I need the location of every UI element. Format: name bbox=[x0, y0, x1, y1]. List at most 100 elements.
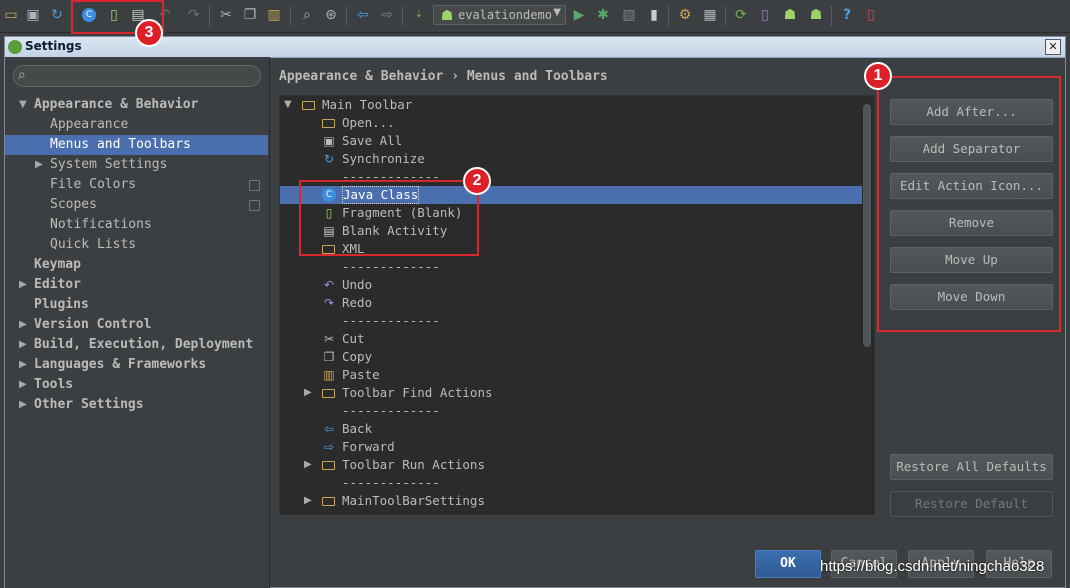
tree-row[interactable]: ▼ Main Toolbar bbox=[280, 96, 862, 114]
annotation-badge-1: 1 bbox=[864, 62, 892, 90]
tree-row[interactable]: ↻ Synchronize bbox=[280, 150, 862, 168]
sidebar-item[interactable]: ▶ Editor bbox=[5, 275, 268, 295]
tree-row-label: Save All bbox=[342, 133, 403, 148]
avd-manager-icon[interactable]: ▯ bbox=[756, 6, 774, 24]
tree-row[interactable]: ↷ Redo bbox=[280, 294, 862, 312]
sidebar-item-label: Languages & Frameworks bbox=[34, 357, 207, 372]
collapsed-arrow-icon[interactable]: ▶ bbox=[304, 492, 312, 510]
sidebar-item[interactable]: ▶ System Settings bbox=[5, 155, 268, 175]
sidebar-item-label: Version Control bbox=[34, 317, 152, 332]
sidebar-item[interactable]: Menus and Toolbars bbox=[5, 135, 268, 155]
sidebar-item-label: File Colors bbox=[50, 177, 137, 192]
find-icon[interactable]: ⌕ bbox=[298, 6, 316, 24]
paste-icon[interactable]: ▥ bbox=[265, 6, 283, 24]
settings-icon[interactable]: ⚙ bbox=[676, 6, 694, 24]
collapsed-arrow-icon[interactable]: ▶ bbox=[19, 315, 27, 335]
sidebar-item-label: Keymap bbox=[34, 257, 81, 272]
tree-row[interactable]: ▥ Paste bbox=[280, 366, 862, 384]
run-configuration-select[interactable]: ☗ evalationdemo ▼ bbox=[433, 5, 566, 25]
tree-row[interactable]: ▶ Toolbar Run Actions bbox=[280, 456, 862, 474]
tree-row[interactable]: ▶ Toolbar Find Actions bbox=[280, 384, 862, 402]
sidebar-item-label: Tools bbox=[34, 377, 74, 392]
collapsed-arrow-icon[interactable]: ▶ bbox=[19, 395, 27, 415]
collapsed-arrow-icon[interactable]: ▶ bbox=[19, 335, 27, 355]
collapsed-arrow-icon[interactable]: ▶ bbox=[19, 375, 27, 395]
sidebar-item[interactable]: Appearance bbox=[5, 115, 268, 135]
collapsed-arrow-icon[interactable]: ▶ bbox=[304, 456, 312, 474]
sdk-manager-icon[interactable]: ☗ bbox=[807, 6, 825, 24]
restore-default-button[interactable]: Restore Default bbox=[890, 491, 1053, 517]
sidebar-item[interactable]: File Colors bbox=[5, 175, 268, 195]
tree-separator-row[interactable]: ------------- bbox=[280, 312, 862, 330]
folder-icon bbox=[322, 389, 335, 398]
tree-row[interactable]: ⇦ Back bbox=[280, 420, 862, 438]
project-level-icon bbox=[249, 180, 260, 191]
restore-all-defaults-button[interactable]: Restore All Defaults bbox=[890, 454, 1053, 480]
device-monitor-icon[interactable]: ▯ bbox=[862, 6, 880, 24]
tree-separator-row[interactable]: ------------- bbox=[280, 258, 862, 276]
android-icon[interactable]: ☗ bbox=[781, 6, 799, 24]
tree-row-label: Back bbox=[342, 421, 373, 436]
sidebar-item[interactable]: ▼ Appearance & Behavior bbox=[5, 95, 268, 115]
make-project-icon[interactable]: ⇣ bbox=[410, 6, 428, 24]
save-all-icon[interactable]: ▣ bbox=[24, 6, 42, 24]
tree-row[interactable]: Open... bbox=[280, 114, 862, 132]
run-icon[interactable]: ▶ bbox=[570, 6, 588, 24]
tree-separator-row[interactable]: ------------- bbox=[280, 402, 862, 420]
sidebar-item[interactable]: ▶ Other Settings bbox=[5, 395, 268, 415]
expanded-arrow-icon[interactable]: ▼ bbox=[19, 95, 27, 115]
sidebar-item[interactable]: ▶ Build, Execution, Deployment bbox=[5, 335, 268, 355]
tree-row[interactable]: ▶ MainToolBarSettings bbox=[280, 492, 862, 510]
sidebar-item[interactable]: ▶ Tools bbox=[5, 375, 268, 395]
dialog-titlebar[interactable]: Settings ✕ bbox=[5, 37, 1065, 58]
collapsed-arrow-icon[interactable]: ▶ bbox=[35, 155, 43, 175]
replace-icon[interactable]: ⊛ bbox=[322, 6, 340, 24]
breadcrumb-separator: › bbox=[451, 69, 460, 84]
forward-icon[interactable]: ⇨ bbox=[378, 6, 396, 24]
sync-gradle-icon[interactable]: ⟳ bbox=[732, 6, 750, 24]
sidebar-item[interactable]: Plugins bbox=[5, 295, 268, 315]
project-structure-icon[interactable]: ▦ bbox=[701, 6, 719, 24]
redo-icon[interactable]: ↷ bbox=[185, 6, 203, 24]
back-icon: ⇦ bbox=[323, 422, 335, 436]
tree-row[interactable]: ▣ Save All bbox=[280, 132, 862, 150]
attach-debugger-icon[interactable]: ▧ bbox=[620, 6, 638, 24]
sidebar-item-label: System Settings bbox=[50, 157, 168, 172]
tree-scrollbar[interactable] bbox=[863, 104, 871, 347]
tree-row[interactable]: ⇨ Forward bbox=[280, 438, 862, 456]
collapsed-arrow-icon[interactable]: ▶ bbox=[304, 384, 312, 402]
back-icon[interactable]: ⇦ bbox=[354, 6, 372, 24]
close-button[interactable]: ✕ bbox=[1045, 39, 1061, 55]
ok-button[interactable]: OK bbox=[755, 550, 821, 578]
sidebar-item[interactable]: ▶ Languages & Frameworks bbox=[5, 355, 268, 375]
breadcrumb: Appearance & Behavior › Menus and Toolba… bbox=[279, 69, 608, 84]
tree-row-label: ------------- bbox=[342, 259, 440, 274]
debug-icon[interactable]: ✱ bbox=[594, 6, 612, 24]
help-icon[interactable]: ? bbox=[838, 6, 856, 24]
cut-icon[interactable]: ✂ bbox=[217, 6, 235, 24]
search-icon: ⌕ bbox=[18, 67, 26, 83]
device-icon[interactable]: ▮ bbox=[645, 6, 663, 24]
tree-row[interactable]: ↶ Undo bbox=[280, 276, 862, 294]
sidebar-item[interactable]: Scopes bbox=[5, 195, 268, 215]
tree-row[interactable]: ❐ Copy bbox=[280, 348, 862, 366]
synchronize-icon: ↻ bbox=[323, 152, 335, 166]
tree-separator-row[interactable]: ------------- bbox=[280, 474, 862, 492]
sidebar-item[interactable]: Quick Lists bbox=[5, 235, 268, 255]
collapsed-arrow-icon[interactable]: ▶ bbox=[19, 355, 27, 375]
tree-row-label: Copy bbox=[342, 349, 373, 364]
sidebar-item[interactable]: ▶ Version Control bbox=[5, 315, 268, 335]
sidebar-item[interactable]: Notifications bbox=[5, 215, 268, 235]
synchronize-icon[interactable]: ↻ bbox=[48, 6, 66, 24]
copy-icon[interactable]: ❐ bbox=[241, 6, 259, 24]
collapsed-arrow-icon[interactable]: ▶ bbox=[19, 275, 27, 295]
expanded-arrow-icon[interactable]: ▼ bbox=[284, 96, 292, 114]
annotation-badge-3: 3 bbox=[135, 19, 163, 47]
sidebar-item[interactable]: Keymap bbox=[5, 255, 268, 275]
sidebar-item-label: Appearance bbox=[50, 117, 129, 132]
tree-row[interactable]: ✂ Cut bbox=[280, 330, 862, 348]
sidebar-item-label: Appearance & Behavior bbox=[34, 97, 199, 112]
search-input[interactable]: ⌕ bbox=[13, 65, 261, 87]
open-folder-icon[interactable]: ▭ bbox=[2, 6, 20, 24]
folder-icon bbox=[322, 497, 335, 506]
